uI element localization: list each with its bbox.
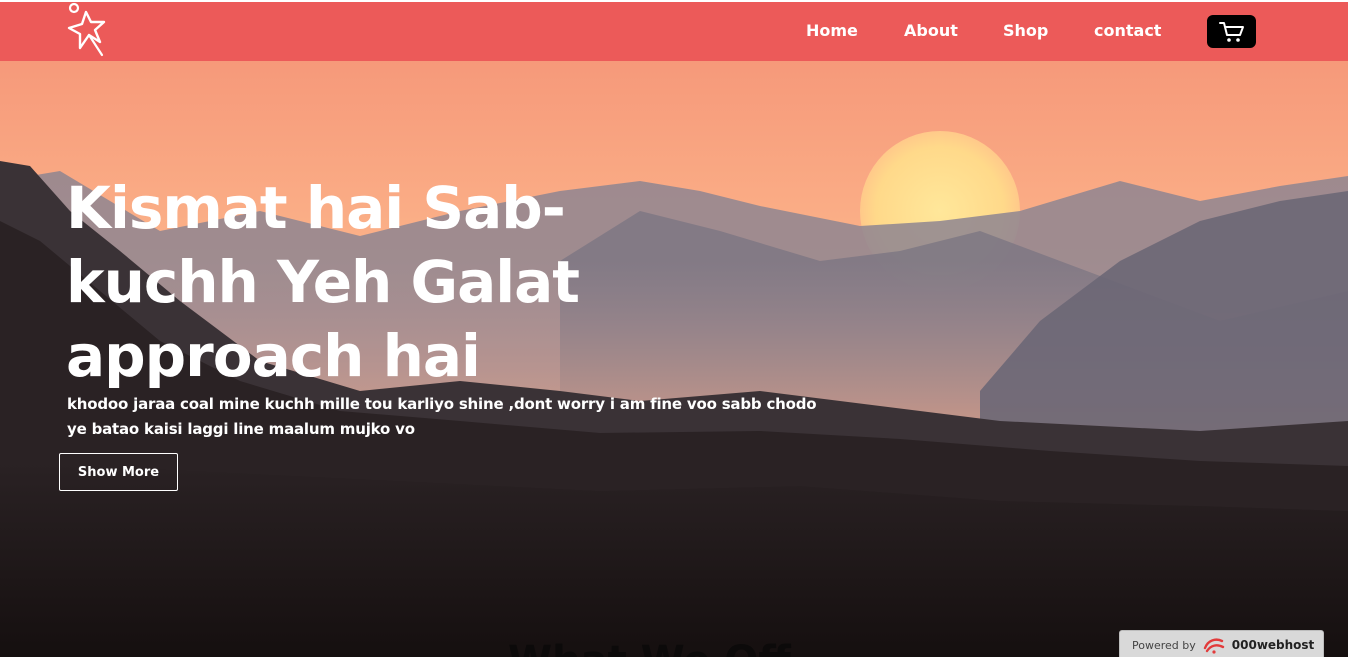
hero-subtext: khodoo jaraa coal mine kuchh mille tou k… bbox=[67, 392, 827, 442]
page: Home About Shop contact Kismat hai Sab- … bbox=[0, 0, 1348, 657]
nav-home[interactable]: Home bbox=[806, 21, 858, 41]
nav-shop[interactable]: Shop bbox=[1003, 21, 1048, 41]
nav-contact[interactable]: contact bbox=[1094, 21, 1161, 41]
hero-headline: Kismat hai Sab- kuchh Yeh Galat approach… bbox=[66, 171, 626, 393]
nav-about[interactable]: About bbox=[904, 21, 958, 41]
show-more-button[interactable]: Show More bbox=[59, 453, 178, 491]
hero-subtext-line: khodoo jaraa coal mine kuchh mille tou k… bbox=[67, 395, 817, 413]
hero-section: Kismat hai Sab- kuchh Yeh Galat approach… bbox=[0, 61, 1348, 657]
cart-icon bbox=[1218, 21, 1244, 42]
hero-headline-line: approach hai bbox=[66, 322, 481, 390]
section-heading-partial: What We Off bbox=[508, 639, 791, 657]
powered-by-badge[interactable]: Powered by 000webhost bbox=[1119, 630, 1324, 657]
hero-subtext-line: ye batao kaisi laggi line maalum mujko v… bbox=[67, 420, 415, 438]
powered-by-label: Powered by bbox=[1132, 638, 1196, 652]
powered-by-brand: 000webhost bbox=[1231, 638, 1315, 652]
cart-button[interactable] bbox=[1207, 15, 1256, 48]
navbar: Home About Shop contact bbox=[0, 2, 1348, 61]
hero-headline-line: kuchh Yeh Galat bbox=[66, 248, 580, 316]
star-logo-icon[interactable] bbox=[64, 2, 112, 58]
hero-headline-line: Kismat hai Sab- bbox=[66, 174, 566, 242]
webhost-logo-icon bbox=[1203, 638, 1224, 654]
